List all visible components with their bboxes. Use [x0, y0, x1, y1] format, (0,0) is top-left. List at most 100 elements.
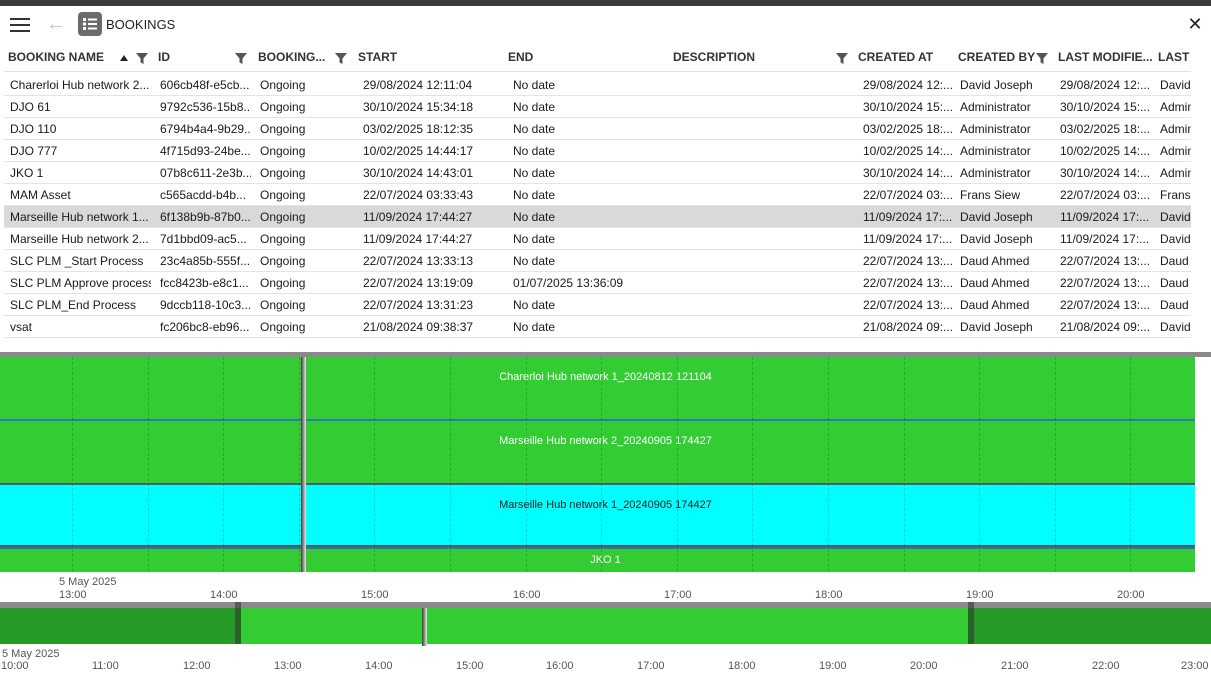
cell-name: vsat	[10, 320, 33, 334]
cell-last-modified: 22/07/2024 13:...	[1060, 254, 1151, 268]
timeline-navigator[interactable]	[0, 602, 1211, 646]
table-row[interactable]: SLC PLM_End Process 9dccb118-10c3... Ongoi…	[4, 294, 1191, 316]
cell-last-modified-by: Daud	[1160, 276, 1189, 290]
time-cursor[interactable]	[301, 357, 306, 572]
sort-ascending-icon[interactable]	[120, 55, 128, 61]
hamburger-icon[interactable]	[10, 17, 30, 33]
booking-band[interactable]: Marseille Hub network 1_20240905 174427	[0, 485, 1195, 545]
cell-last-modified-by: David	[1160, 232, 1191, 246]
column-header-start[interactable]: START	[358, 50, 503, 68]
cell-id: 7d1bbd09-ac5...	[160, 232, 247, 246]
cell-id: 07b8c611-2e3b...	[160, 166, 251, 180]
cell-id: 4f715d93-24be...	[160, 144, 251, 158]
table-row[interactable]: DJO 61 9792c536-15b8... Ongoing 30/10/2024 …	[4, 96, 1191, 118]
cell-created-at: 22/07/2024 13:...	[863, 276, 954, 290]
cell-start: 11/09/2024 17:44:27	[363, 210, 473, 224]
timeline-view[interactable]: Charerloi Hub network 1_20240812 121104 M…	[0, 357, 1195, 572]
cell-created-by: Daud Ahmed	[960, 298, 1030, 312]
column-header-end[interactable]: END	[508, 50, 653, 68]
grid-line	[72, 357, 73, 572]
cell-end: No date	[513, 298, 556, 312]
cell-last-modified-by: Admin	[1160, 122, 1191, 136]
filter-icon[interactable]	[235, 52, 247, 64]
cell-start: 30/10/2024 14:43:01	[363, 166, 474, 180]
table-row[interactable]: JKO 1 07b8c611-2e3b... Ongoing 30/10/2024 1…	[4, 162, 1191, 184]
table-row[interactable]: Marseille Hub network 2... 7d1bbd09-ac5..…	[4, 228, 1191, 250]
cell-start: 11/09/2024 17:44:27	[363, 232, 473, 246]
cell-id: 6f138b9b-87b0...	[160, 210, 251, 224]
close-icon[interactable]: ✕	[1186, 14, 1204, 34]
cell-last-modified: 10/02/2025 14:...	[1060, 144, 1151, 158]
grid-line	[450, 357, 451, 572]
filter-icon[interactable]	[335, 52, 347, 64]
timeline-tick-label: 15:00	[361, 589, 389, 601]
navigator-tick-label: 23:00	[1181, 660, 1209, 672]
cell-created-by: David Joseph	[960, 210, 1033, 224]
navigator-tick-label: 10:00	[1, 660, 29, 672]
navigator-window-left-handle[interactable]	[235, 602, 241, 644]
navigator-tick-label: 20:00	[910, 660, 938, 672]
cell-name: SLC PLM _Start Process	[10, 254, 144, 268]
cell-last-modified-by: Frans	[1160, 188, 1191, 202]
cell-created-by: Administrator	[960, 166, 1031, 180]
table-row[interactable]: SLC PLM Approve process fcc8423b-e8c1... O…	[4, 272, 1191, 294]
cell-created-at: 29/08/2024 12:...	[863, 78, 954, 92]
cell-id: 9dccb118-10c3...	[160, 298, 251, 312]
table-row[interactable]: vsat fc206bc8-eb96... Ongoing 21/08/2024 09…	[4, 316, 1191, 338]
cell-last-modified-by: Admin	[1160, 144, 1191, 158]
timeline-tick-label: 16:00	[513, 589, 541, 601]
booking-band-label: Charerloi Hub network 1_20240812 121104	[499, 371, 712, 383]
cell-status: Ongoing	[260, 232, 306, 246]
cell-name: DJO 777	[10, 144, 58, 158]
table-row[interactable]: MAM Asset c565acdd-b4b... Ongoing 22/07/202…	[4, 184, 1191, 206]
cell-last-modified-by: Admin	[1160, 100, 1191, 114]
grid-line	[374, 357, 375, 572]
navigator-tick-label: 12:00	[183, 660, 211, 672]
cell-id: 6794b4a4-9b29...	[160, 122, 251, 136]
cell-end: No date	[513, 210, 556, 224]
cell-created-by: Administrator	[960, 144, 1031, 158]
cell-last-modified: 30/10/2024 14:...	[1060, 166, 1151, 180]
table-row[interactable]: DJO 110 6794b4a4-9b29... Ongoing 03/02/2025…	[4, 118, 1191, 140]
navigator-tick-label: 18:00	[728, 660, 756, 672]
grid-line	[1055, 357, 1056, 572]
filter-icon[interactable]	[1036, 52, 1048, 64]
navigator-time-cursor[interactable]	[422, 608, 427, 646]
filter-icon[interactable]	[836, 52, 848, 64]
cell-name: SLC PLM Approve process	[10, 276, 151, 290]
cell-last-modified: 29/08/2024 12:...	[1060, 78, 1151, 92]
navigator-tick-label: 22:00	[1092, 660, 1120, 672]
table-row[interactable]: SLC PLM _Start Process 23c4a85b-555f... On…	[4, 250, 1191, 272]
booking-band[interactable]: Marseille Hub network 2_20240905 174427	[0, 421, 1195, 483]
cell-status: Ongoing	[260, 144, 306, 158]
column-header-name[interactable]: BOOKING NAME	[8, 50, 153, 68]
navigator-tick-label: 16:00	[546, 660, 574, 672]
grid-header: BOOKING NAME ID BOOKING... START END DESCRIPT…	[4, 46, 1191, 72]
cell-end: No date	[513, 144, 556, 158]
cell-end: No date	[513, 100, 556, 114]
cell-start: 10/02/2025 14:44:17	[363, 144, 474, 158]
cell-end: 01/07/2025 13:36:09	[513, 276, 624, 290]
navigator-window-right-handle[interactable]	[968, 602, 974, 644]
cell-start: 30/10/2024 15:34:18	[363, 100, 474, 114]
cell-end: No date	[513, 232, 556, 246]
cell-last-modified-by: David	[1160, 210, 1191, 224]
table-row[interactable]: Charerloi Hub network 2... 606cb48f-e5cb.…	[4, 74, 1191, 96]
cell-start: 29/08/2024 12:11:04	[363, 78, 473, 92]
column-header-created-at[interactable]: CREATED AT	[858, 50, 953, 68]
cell-last-modified: 22/07/2024 13:...	[1060, 276, 1151, 290]
back-arrow-icon[interactable]: ←	[46, 13, 66, 35]
grid-line	[223, 357, 224, 572]
navigator-tick-label: 13:00	[274, 660, 302, 672]
cell-end: No date	[513, 78, 556, 92]
filter-icon[interactable]	[136, 52, 148, 64]
booking-band[interactable]: Charerloi Hub network 1_20240812 121104	[0, 357, 1195, 419]
cell-created-at: 22/07/2024 03:...	[863, 188, 954, 202]
table-row[interactable]: Marseille Hub network 1... 6f138b9b-87b0.…	[4, 206, 1191, 228]
timeline-tick-label: 17:00	[664, 589, 692, 601]
booking-band[interactable]: JKO 1	[0, 549, 1195, 572]
column-header-last-modified-by[interactable]: LAST M	[1158, 50, 1191, 68]
cell-id: c565acdd-b4b...	[160, 188, 247, 202]
table-row[interactable]: DJO 777 4f715d93-24be... Ongoing 10/02/2025…	[4, 140, 1191, 162]
column-header-last-modified[interactable]: LAST MODIFIE...	[1058, 50, 1153, 68]
